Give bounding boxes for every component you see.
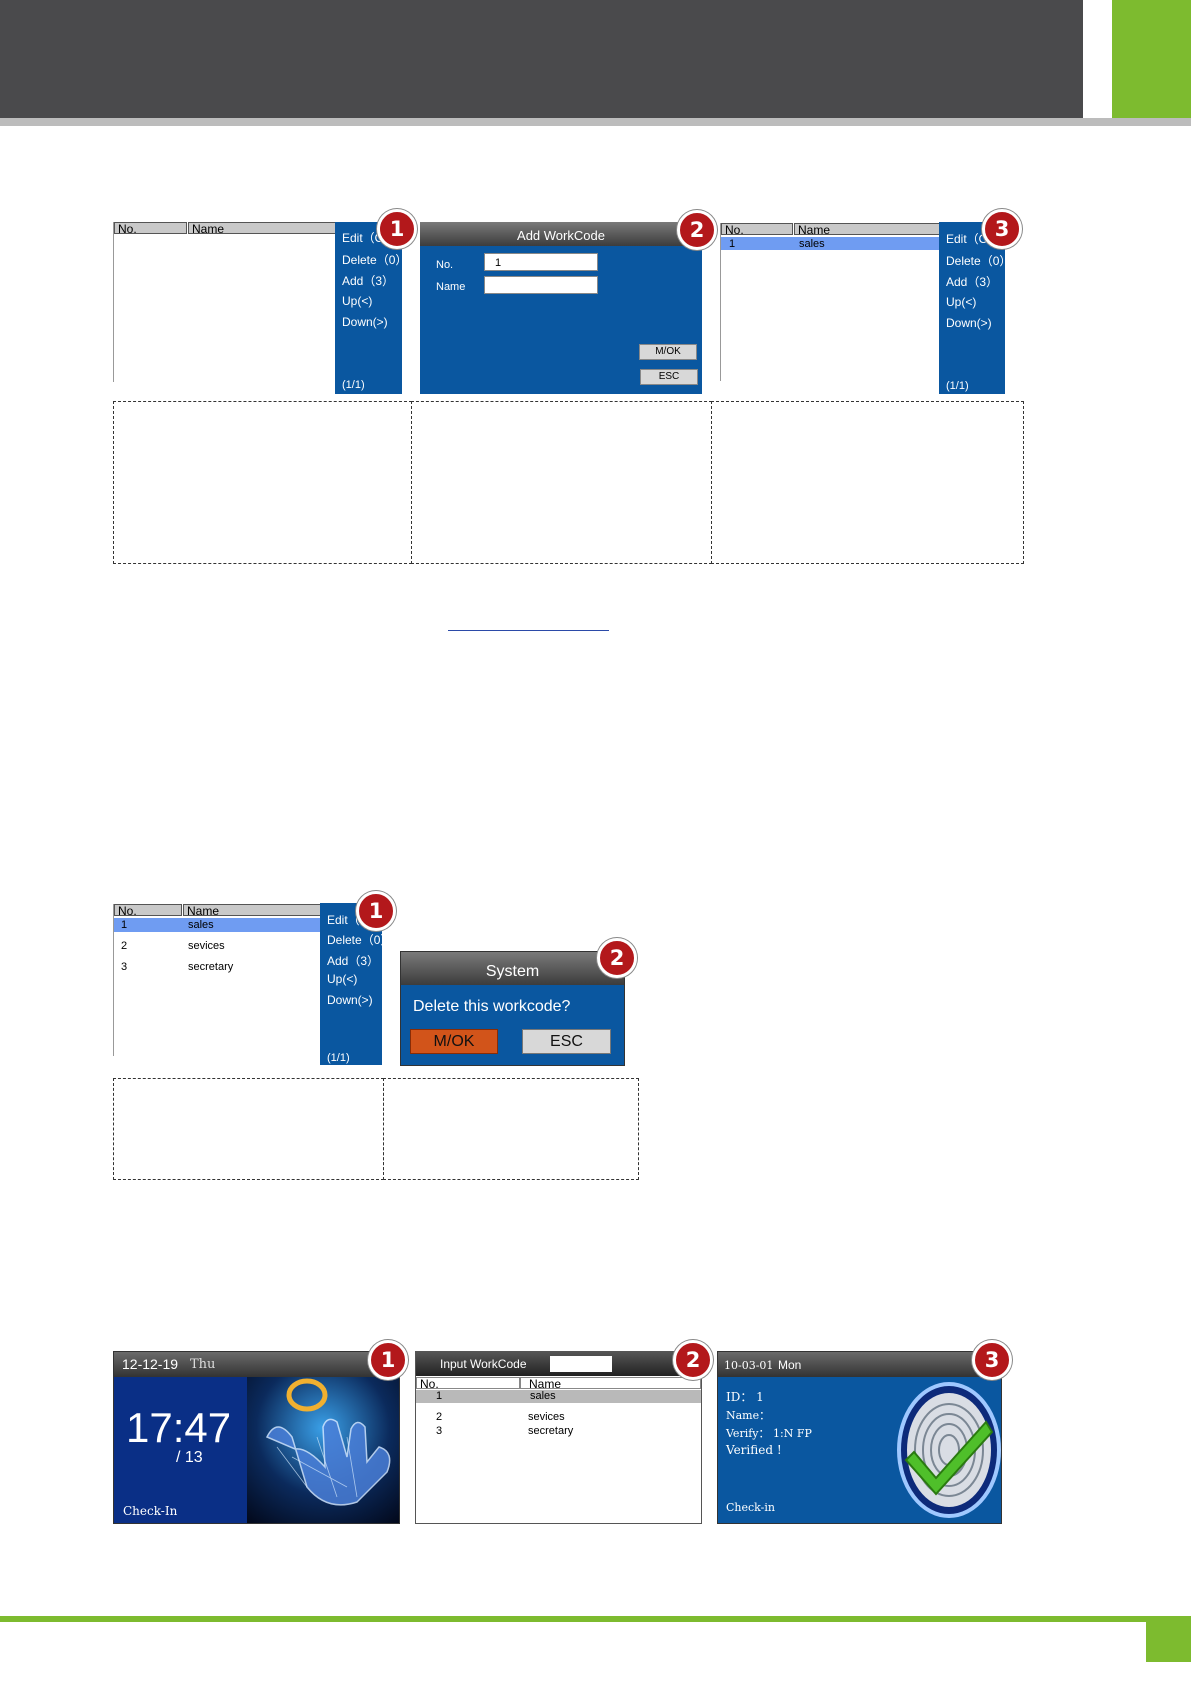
workcode-list: No. Name 1 sales 2 sevices 3 secretary <box>113 904 321 1056</box>
workcode-input[interactable] <box>550 1356 612 1372</box>
menu-down[interactable]: Down(>) <box>946 316 992 330</box>
page-footer-accent <box>1146 1622 1191 1662</box>
system-dialog: System Delete this workcode? M/OK ESC <box>400 951 625 1066</box>
column-header-no: No. <box>416 1377 520 1390</box>
caption-box-1 <box>113 401 412 564</box>
name-label: Name <box>436 281 466 293</box>
caption-box-3 <box>711 401 1024 564</box>
verify-day: Mon <box>778 1358 802 1372</box>
menu-up[interactable]: Up(<) <box>327 972 357 986</box>
column-header-no: No. <box>114 222 187 235</box>
page-indicator: (1/1) <box>327 1052 350 1064</box>
row-no: 2 <box>121 940 128 952</box>
menu-down[interactable]: Down(>) <box>342 315 388 329</box>
step-badge-2: 2 <box>677 210 717 250</box>
esc-button[interactable]: ESC <box>522 1029 611 1054</box>
row-no: 1 <box>729 238 736 250</box>
caption-box-2 <box>383 1078 639 1180</box>
step-badge-2: 2 <box>673 1340 713 1380</box>
step-badge-1: 1 <box>356 891 396 931</box>
input-title: Input WorkCode <box>440 1357 527 1371</box>
esc-button[interactable]: ESC <box>640 369 698 385</box>
column-header-name: Name <box>188 222 336 235</box>
column-header-no: No. <box>114 904 182 917</box>
row-no: 2 <box>436 1411 443 1423</box>
verify-screen: 10-03-01 Mon ID： 1 Name： Verify： 1:N FP … <box>717 1351 1002 1524</box>
menu-add[interactable]: Add（3） <box>946 273 998 290</box>
clock-date: 12-12-19 <box>122 1356 179 1372</box>
row-name: sales <box>188 919 214 931</box>
verify-status: Check-in <box>726 1501 775 1514</box>
page-indicator: (1/1) <box>342 379 365 391</box>
selected-row[interactable] <box>114 918 321 932</box>
hand-icon <box>265 1378 391 1506</box>
clock-status: Check-In <box>123 1504 178 1518</box>
page-footer-line <box>0 1616 1191 1622</box>
selected-row[interactable] <box>416 1390 701 1403</box>
step-badge-3: 3 <box>972 1340 1012 1380</box>
row-name: secretary <box>188 961 234 973</box>
step-badge-1: 1 <box>377 209 417 249</box>
clock-subtime: / 13 <box>176 1449 203 1466</box>
link-underline[interactable] <box>448 630 609 631</box>
menu-up[interactable]: Up(<) <box>946 295 976 309</box>
verify-id: ID： 1 <box>726 1390 764 1404</box>
verify-mode: Verify： 1:N FP <box>726 1427 812 1440</box>
no-field[interactable]: 1 <box>484 253 598 271</box>
clock-time: 17:47 <box>126 1404 232 1451</box>
page-header-accent <box>1112 0 1191 118</box>
selected-row[interactable] <box>721 237 940 250</box>
menu-add[interactable]: Add（3） <box>342 272 394 289</box>
verify-date: 10-03-01 <box>724 1359 774 1372</box>
fingerprint-check-icon <box>897 1382 1001 1518</box>
column-header-name: Name <box>794 223 940 236</box>
menu-add[interactable]: Add（3） <box>327 952 379 969</box>
step-badge-2: 2 <box>597 938 637 978</box>
column-header-no: No. <box>721 223 793 236</box>
menu-down[interactable]: Down(>) <box>327 993 373 1007</box>
add-workcode-dialog: Add WorkCode No. 1 Name M/OK ESC <box>420 222 702 394</box>
caption-box-1 <box>113 1078 384 1180</box>
workcode-list-one: No. Name 1 sales <box>720 223 940 381</box>
dialog-message: Delete this workcode? <box>413 998 571 1015</box>
ok-button[interactable]: M/OK <box>639 344 697 360</box>
row-name: sales <box>530 1390 556 1402</box>
menu-up[interactable]: Up(<) <box>342 294 372 308</box>
verify-name: Name： <box>726 1409 771 1422</box>
row-name: sevices <box>528 1411 565 1423</box>
menu-delete[interactable]: Delete（0） <box>946 252 1011 269</box>
ok-button[interactable]: M/OK <box>410 1029 498 1054</box>
menu-delete[interactable]: Delete（0） <box>342 251 407 268</box>
row-no: 3 <box>436 1425 443 1437</box>
dialog-title: Add WorkCode <box>420 222 702 246</box>
column-header-name: Name <box>520 1377 701 1390</box>
caption-box-2 <box>411 401 712 564</box>
row-name: secretary <box>528 1425 574 1437</box>
no-label: No. <box>436 259 454 271</box>
hand-illustration <box>247 1377 399 1523</box>
menu-delete[interactable]: Delete（0） <box>327 931 392 948</box>
row-no: 1 <box>436 1390 443 1402</box>
column-header-name: Name <box>183 904 321 917</box>
dialog-title: System <box>401 952 624 985</box>
workcode-list-empty: No. Name <box>113 222 336 382</box>
row-name: sevices <box>188 940 225 952</box>
clock-day: Thu <box>190 1357 216 1372</box>
row-name: sales <box>799 238 825 250</box>
step-badge-1: 1 <box>368 1340 408 1380</box>
page-indicator: (1/1) <box>946 380 969 392</box>
input-workcode-screen: Input WorkCode No. Name 1 sales 2 sevice… <box>415 1351 702 1524</box>
page-header-bar <box>0 0 1083 118</box>
row-no: 1 <box>121 919 128 931</box>
clock-screen: 12-12-19 Thu 17:47 / 13 Check-In <box>113 1351 400 1524</box>
step-badge-3: 3 <box>982 209 1022 249</box>
verify-result: Verified ! <box>726 1443 782 1457</box>
page-header-underline <box>0 118 1191 126</box>
row-no: 3 <box>121 961 128 973</box>
name-field[interactable] <box>484 276 598 294</box>
